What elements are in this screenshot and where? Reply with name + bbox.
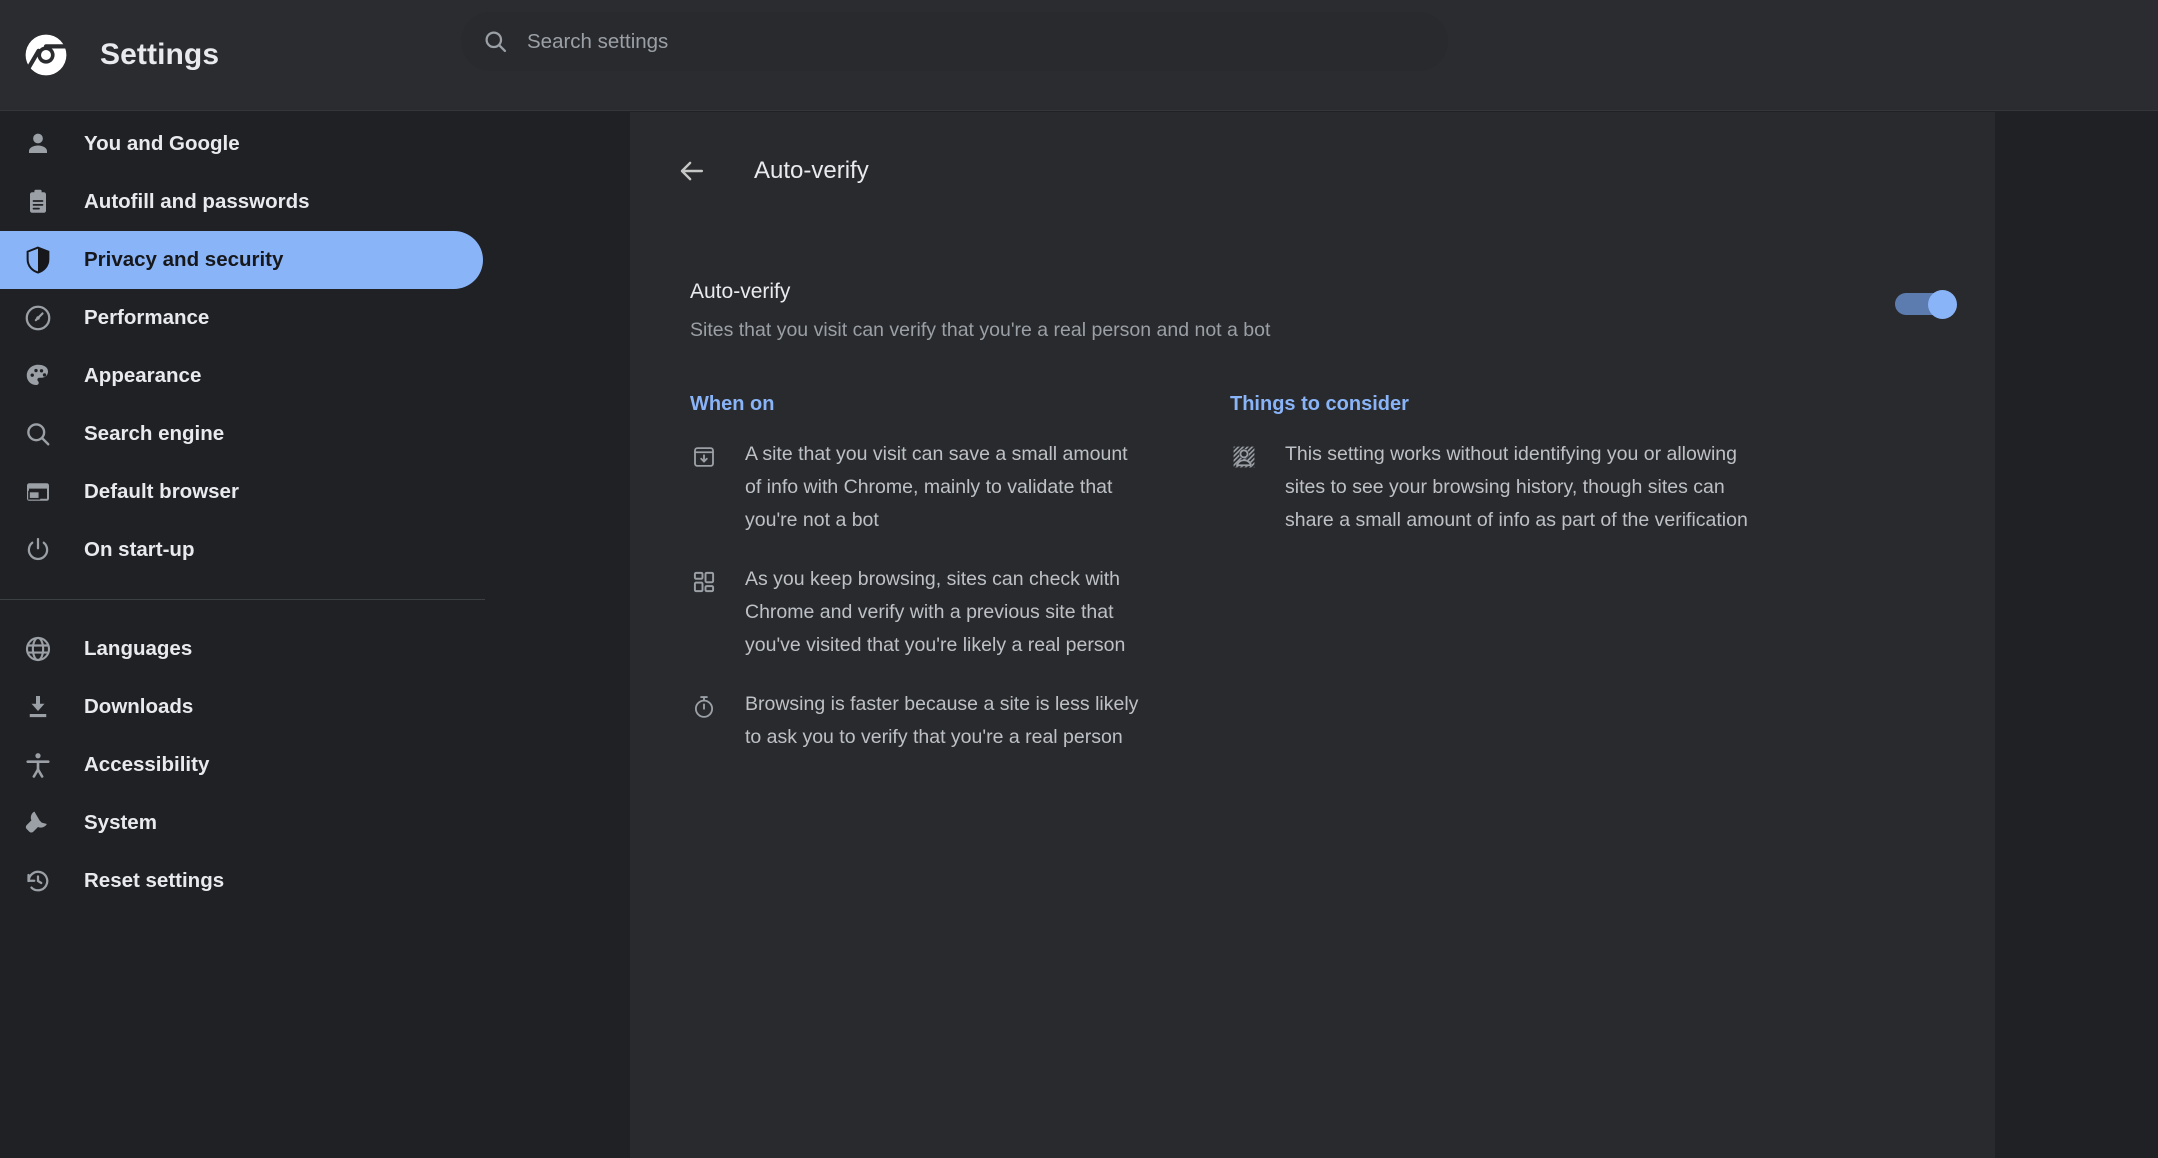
power-icon <box>23 535 53 565</box>
list-item: A site that you visit can save a small a… <box>690 438 1170 537</box>
chrome-logo-icon <box>22 31 70 79</box>
sidebar-group-primary: You and Google Autofill and passwords <box>0 111 630 579</box>
sidebar-item-default-browser[interactable]: Default browser <box>0 463 483 521</box>
magnifier-icon <box>23 419 53 449</box>
sidebar-item-system[interactable]: System <box>0 794 483 852</box>
clipboard-icon <box>23 187 53 217</box>
sidebar-divider <box>0 599 485 600</box>
things-to-consider-heading: Things to consider <box>1230 393 1770 416</box>
when-on-column: When on A site that you visit can save a… <box>690 393 1170 780</box>
search-input[interactable] <box>527 12 1428 71</box>
list-item-text: As you keep browsing, sites can check wi… <box>745 563 1145 662</box>
sidebar-item-label: Languages <box>84 637 192 661</box>
auto-verify-setting-row: Auto-verify Sites that you visit can ver… <box>630 278 1995 343</box>
sidebar-item-label: Accessibility <box>84 753 209 777</box>
sidebar-item-label: Search engine <box>84 422 224 446</box>
sidebar-item-autofill-and-passwords[interactable]: Autofill and passwords <box>0 173 483 231</box>
sidebar-item-label: Appearance <box>84 364 201 388</box>
sidebar-item-appearance[interactable]: Appearance <box>0 347 483 405</box>
sidebar-item-label: System <box>84 811 157 835</box>
sidebar-item-label: Privacy and security <box>84 248 283 272</box>
timer-icon <box>690 693 718 721</box>
info-columns: When on A site that you visit can save a… <box>630 393 1995 780</box>
sidebar-item-search-engine[interactable]: Search engine <box>0 405 483 463</box>
sidebar-item-label: Downloads <box>84 695 193 719</box>
list-item: As you keep browsing, sites can check wi… <box>690 563 1170 662</box>
list-item-text: A site that you visit can save a small a… <box>745 438 1145 537</box>
sidebar-item-accessibility[interactable]: Accessibility <box>0 736 483 794</box>
list-item: Browsing is faster because a site is les… <box>690 688 1170 754</box>
setting-description: Sites that you visit can verify that you… <box>690 317 1895 343</box>
sidebar-item-label: Autofill and passwords <box>84 190 310 214</box>
download-icon <box>23 692 53 722</box>
sidebar-item-privacy-and-security[interactable]: Privacy and security <box>0 231 483 289</box>
auto-verify-toggle[interactable] <box>1895 290 1957 318</box>
sidebar-item-label: You and Google <box>84 132 240 156</box>
sidebar-item-downloads[interactable]: Downloads <box>0 678 483 736</box>
when-on-heading: When on <box>690 393 1170 416</box>
setting-title: Auto-verify <box>690 278 1895 306</box>
anonymous-person-icon <box>1230 443 1258 471</box>
restore-icon <box>23 866 53 896</box>
globe-icon <box>23 634 53 664</box>
list-item-text: Browsing is faster because a site is les… <box>745 688 1145 754</box>
sidebar-item-label: Default browser <box>84 480 239 504</box>
archive-save-icon <box>690 443 718 471</box>
column-spacer <box>1170 393 1210 780</box>
sidebar-item-label: On start-up <box>84 538 194 562</box>
person-icon <box>23 129 53 159</box>
sidebar-item-performance[interactable]: Performance <box>0 289 483 347</box>
speedometer-icon <box>23 303 53 333</box>
sidebar-item-languages[interactable]: Languages <box>0 620 483 678</box>
sidebar-item-label: Reset settings <box>84 869 224 893</box>
list-item-text: This setting works without identifying y… <box>1285 438 1755 537</box>
sidebar-group-secondary: Languages Downloads Acces <box>0 620 630 910</box>
things-to-consider-column: Things to consider <box>1210 393 1770 780</box>
accessibility-icon <box>23 750 53 780</box>
page-title: Auto-verify <box>754 157 869 185</box>
settings-sidebar: You and Google Autofill and passwords <box>0 111 630 1158</box>
browser-window-icon <box>23 477 53 507</box>
setting-text: Auto-verify Sites that you visit can ver… <box>690 278 1895 343</box>
settings-content-card: Auto-verify Auto-verify Sites that you v… <box>630 112 1995 1158</box>
dashboard-grid-icon <box>690 568 718 596</box>
sidebar-item-you-and-google[interactable]: You and Google <box>0 115 483 173</box>
sidebar-item-label: Performance <box>84 306 209 330</box>
shield-icon <box>23 245 53 275</box>
content-header: Auto-verify <box>630 134 1995 208</box>
app-title: Settings <box>100 38 219 72</box>
list-item: This setting works without identifying y… <box>1230 438 1770 537</box>
search-settings-box[interactable] <box>461 12 1448 71</box>
sidebar-item-reset-settings[interactable]: Reset settings <box>0 852 483 910</box>
sidebar-item-on-start-up[interactable]: On start-up <box>0 521 483 579</box>
wrench-icon <box>23 808 53 838</box>
search-icon <box>482 28 509 55</box>
palette-icon <box>23 361 53 391</box>
app-header: Settings <box>0 0 2158 111</box>
toggle-knob <box>1928 290 1957 319</box>
arrow-left-icon[interactable] <box>674 153 710 189</box>
